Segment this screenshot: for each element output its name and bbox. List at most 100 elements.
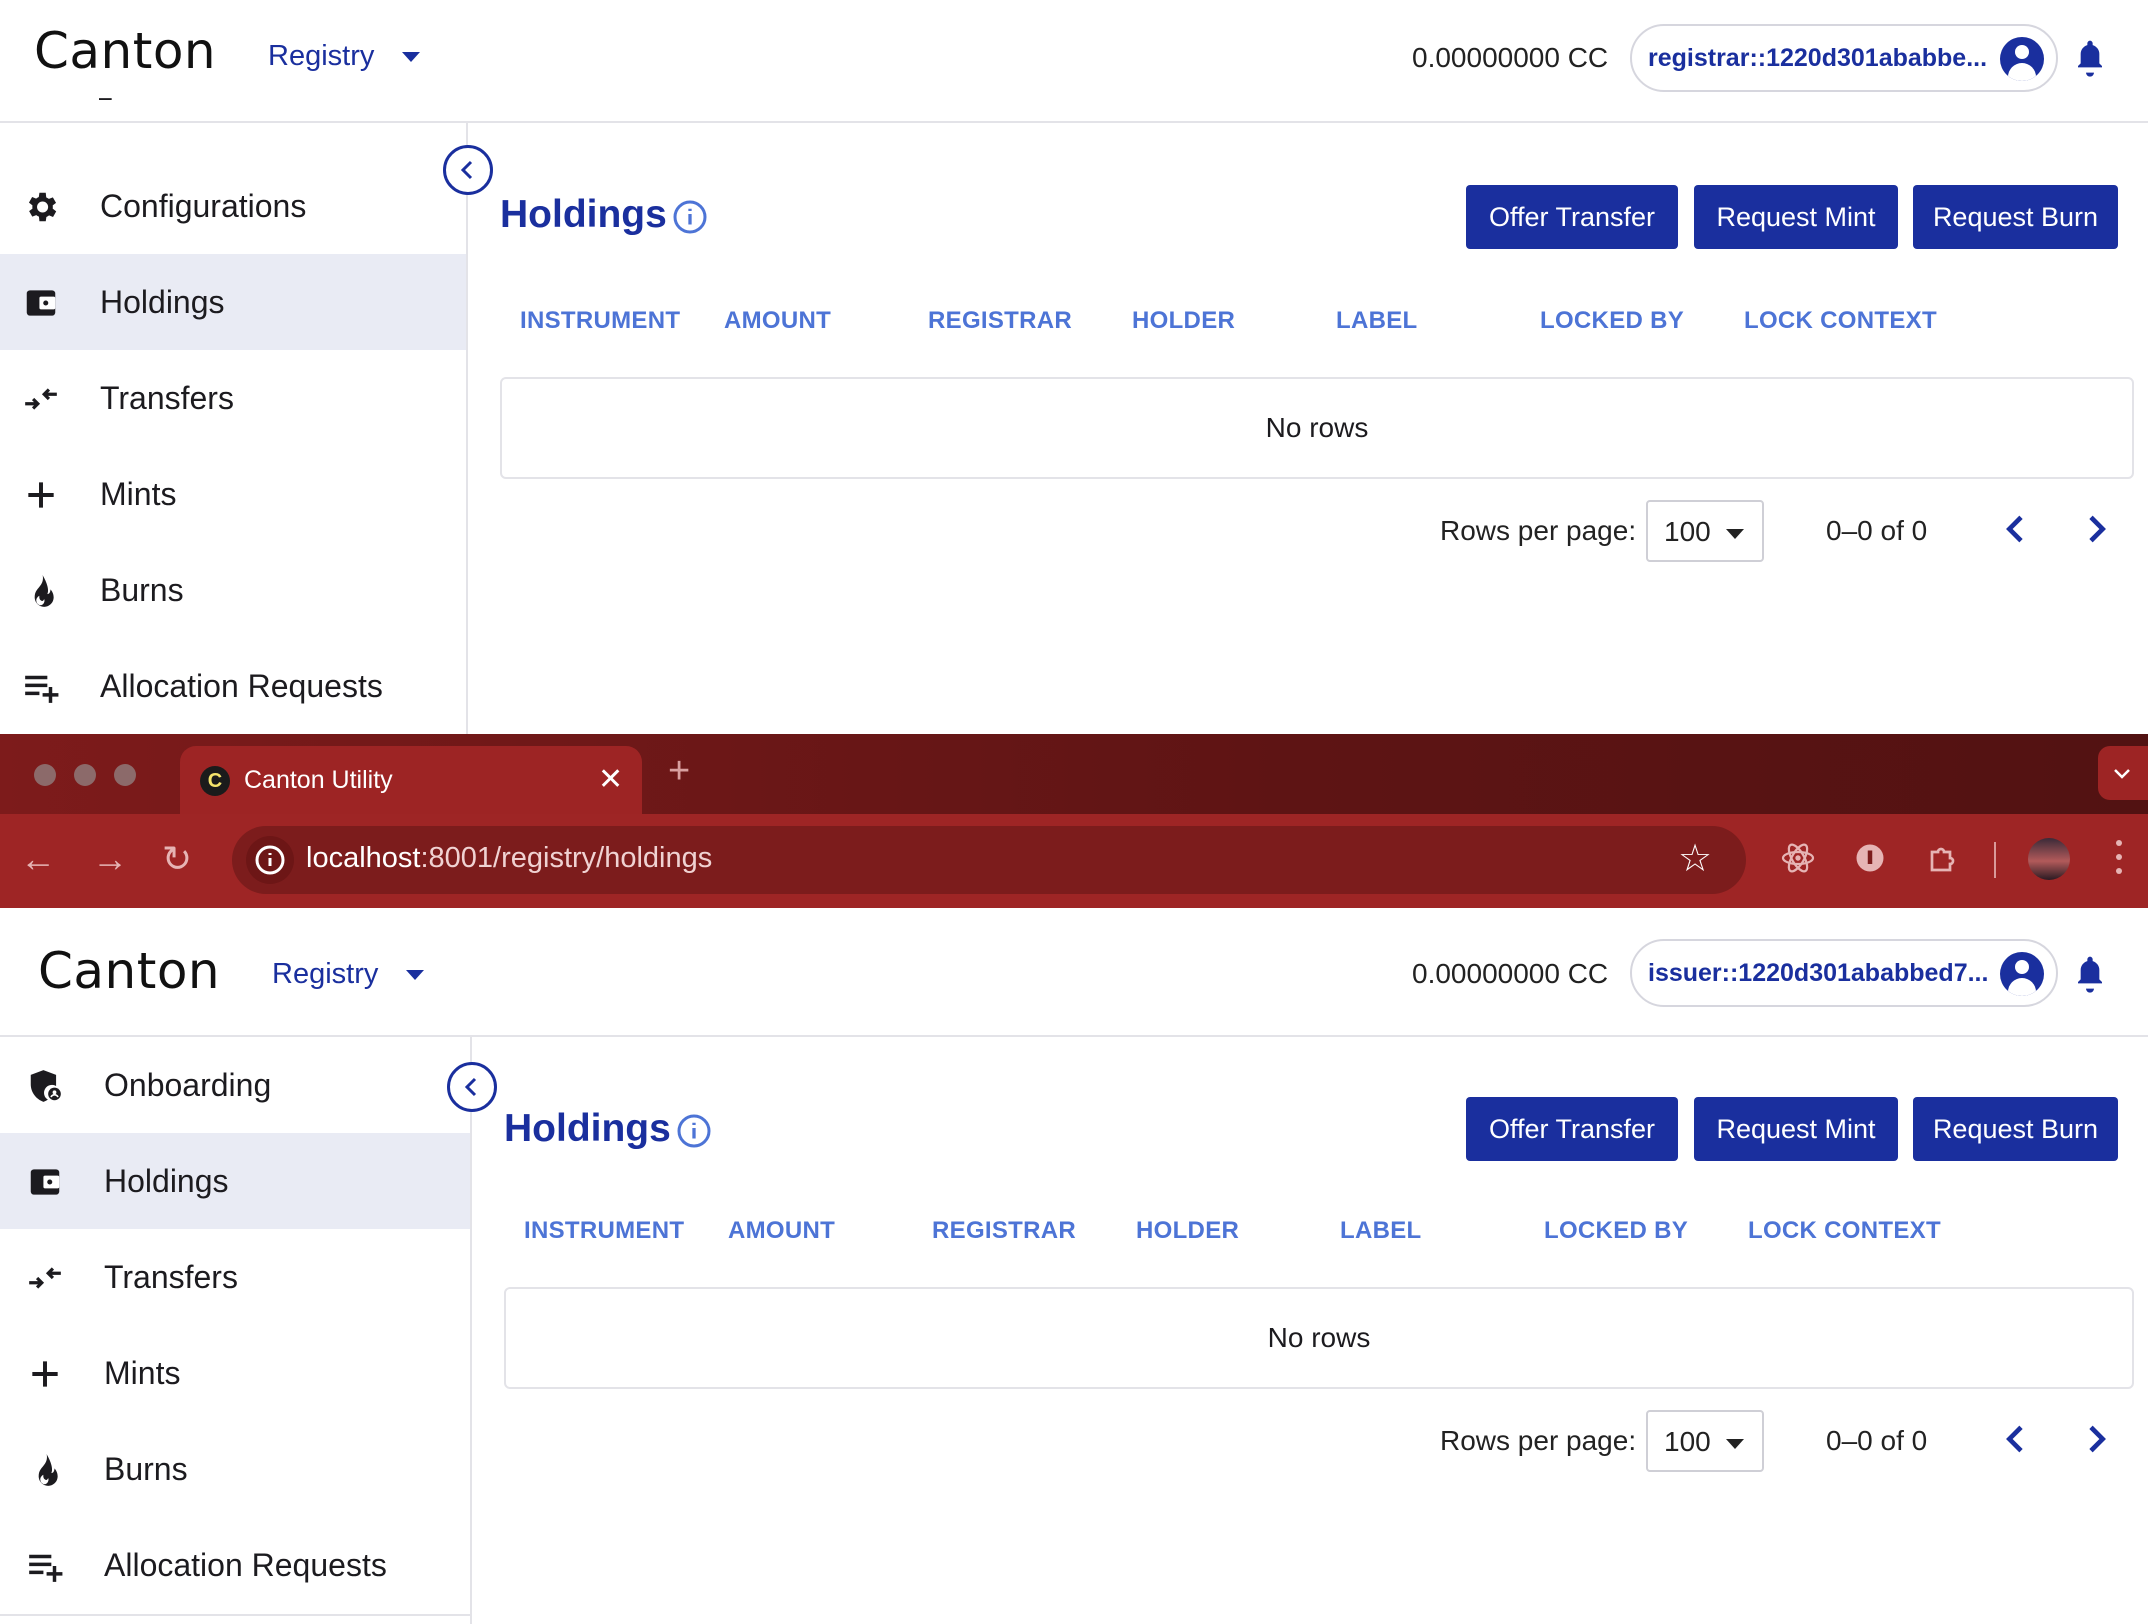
browser-tab[interactable]: C Canton Utility ✕ [180, 746, 642, 814]
forward-icon[interactable]: → [92, 838, 128, 880]
context-label: Registry [268, 40, 375, 72]
sidebar-item-partial: ‾ [100, 95, 111, 131]
column-header-lock-context[interactable]: LOCK CONTEXT [1744, 307, 1937, 335]
extensions-puzzle-icon[interactable] [1926, 840, 1962, 876]
sidebar-item-label: Burns [100, 571, 184, 608]
column-header-amount[interactable]: AMOUNT [728, 1217, 835, 1245]
plus-icon [28, 482, 54, 508]
back-icon[interactable]: ← [20, 838, 56, 880]
wallet-icon [30, 1169, 60, 1195]
sidebar-item-burns[interactable]: Burns [0, 542, 466, 638]
column-header-label[interactable]: LABEL [1340, 1217, 1422, 1245]
column-header-label[interactable]: LABEL [1336, 307, 1418, 335]
sidebar-item-holdings[interactable]: Holdings [0, 1133, 470, 1229]
bottom-app-window: Canton Registry 0.00000000 CC issuer::12… [0, 908, 2148, 1624]
window-zoom-dot[interactable] [114, 764, 136, 786]
offer-transfer-button[interactable]: Offer Transfer [1466, 185, 1678, 249]
request-mint-button[interactable]: Request Mint [1694, 185, 1898, 249]
sidebar-item-mints[interactable]: Mints [0, 1325, 470, 1421]
collapse-sidebar-button[interactable] [443, 145, 493, 195]
bell-icon[interactable] [2074, 954, 2106, 994]
browser-chrome: C Canton Utility ✕ + ← → ↻ localhost:800… [0, 734, 2148, 908]
sidebar-item-holdings[interactable]: Holdings [0, 254, 466, 350]
sidebar-item-label: Onboarding [104, 1066, 272, 1103]
window-close-dot[interactable] [34, 764, 56, 786]
rows-per-page-value: 100 [1664, 516, 1711, 547]
account-icon [2000, 952, 2044, 996]
rows-per-page-label: Rows per page: [1440, 515, 1637, 546]
reload-icon[interactable]: ↻ [162, 838, 192, 880]
context-selector[interactable]: Registry [268, 40, 421, 73]
chevron-left-icon [460, 160, 473, 180]
column-header-instrument[interactable]: INSTRUMENT [520, 307, 680, 335]
sidebar-item-onboarding[interactable]: Onboarding [0, 1037, 470, 1133]
profile-avatar[interactable] [2028, 838, 2070, 880]
request-burn-button[interactable]: Request Burn [1913, 1097, 2118, 1161]
column-header-instrument[interactable]: INSTRUMENT [524, 1217, 684, 1245]
site-info-icon[interactable] [246, 836, 294, 884]
next-page-icon[interactable] [2076, 509, 2116, 549]
column-header-holder[interactable]: HOLDER [1132, 307, 1235, 335]
flame-icon [38, 1454, 58, 1486]
sidebar-item-transfers[interactable]: Transfers [0, 1229, 470, 1325]
bell-icon[interactable] [2074, 38, 2106, 78]
previous-page-icon[interactable] [1996, 509, 2036, 549]
main-content: Holdings Offer Transfer Request Mint Req… [500, 123, 2148, 734]
party-chip[interactable]: issuer::1220d301ababbed7... [1630, 939, 2058, 1007]
app-header: Canton Registry 0.00000000 CC issuer::12… [0, 908, 2148, 1037]
sidebar-item-label: Allocation Requests [104, 1546, 387, 1583]
sidebar-item-label: Holdings [100, 283, 225, 320]
balance: 0.00000000 CC [1412, 958, 1609, 989]
sidebar-item-allocation-requests[interactable]: Allocation Requests [0, 638, 466, 734]
sidebar-item-transfers[interactable]: Transfers [0, 350, 466, 446]
canton-logo[interactable]: Canton [34, 22, 216, 80]
chevron-left-icon [464, 1077, 477, 1097]
sidebar-item-burns[interactable]: Burns [0, 1421, 470, 1517]
column-header-amount[interactable]: AMOUNT [724, 307, 831, 335]
browser-toolbar: ← → ↻ localhost:8001/registry/holdings ☆ [0, 814, 2148, 908]
sidebar-item-configurations[interactable]: Configurations [0, 158, 466, 254]
favicon-icon: C [200, 766, 230, 796]
empty-grid-message: No rows [500, 377, 2134, 479]
tab-search-button[interactable] [2098, 746, 2148, 800]
react-devtools-icon[interactable] [1780, 840, 1816, 876]
column-header-locked-by[interactable]: LOCKED BY [1540, 307, 1684, 335]
canton-logo[interactable]: Canton [38, 942, 220, 1000]
column-header-locked-by[interactable]: LOCKED BY [1544, 1217, 1688, 1245]
page-title: Holdings [504, 1107, 671, 1150]
info-icon[interactable] [672, 199, 708, 235]
transfer-arrows-icon [29, 1267, 61, 1289]
more-menu-icon[interactable] [2116, 840, 2124, 880]
address-bar[interactable]: localhost:8001/registry/holdings ☆ [232, 826, 1746, 894]
next-page-icon[interactable] [2076, 1419, 2116, 1459]
column-header-registrar[interactable]: REGISTRAR [928, 307, 1072, 335]
info-icon [255, 845, 285, 875]
transfer-arrows-icon [25, 388, 57, 410]
window-minimize-dot[interactable] [74, 764, 96, 786]
column-header-lock-context[interactable]: LOCK CONTEXT [1748, 1217, 1941, 1245]
request-burn-button[interactable]: Request Burn [1913, 185, 2118, 249]
playlist-add-icon [25, 675, 59, 703]
account-icon [2000, 37, 2044, 81]
info-icon[interactable] [676, 1113, 712, 1149]
context-selector[interactable]: Registry [272, 958, 425, 991]
close-tab-icon[interactable]: ✕ [598, 762, 623, 797]
previous-page-icon[interactable] [1996, 1419, 2036, 1459]
password-manager-icon[interactable] [1852, 840, 1888, 876]
bookmark-star-icon[interactable]: ☆ [1678, 836, 1712, 881]
column-header-holder[interactable]: HOLDER [1136, 1217, 1239, 1245]
sidebar: ‾ Configurations Holdings Transfers Mint… [0, 95, 493, 734]
sidebar-item-mints[interactable]: Mints [0, 446, 466, 542]
party-chip[interactable]: registrar::1220d301ababbe... [1630, 24, 2058, 92]
rows-per-page-select[interactable]: 100 [1646, 500, 1764, 562]
rows-per-page-select[interactable]: 100 [1646, 1410, 1764, 1472]
collapse-sidebar-button[interactable] [447, 1062, 497, 1112]
column-header-registrar[interactable]: REGISTRAR [932, 1217, 1076, 1245]
toolbar-divider [1994, 842, 1996, 878]
new-tab-icon[interactable]: + [668, 750, 690, 793]
offer-transfer-button[interactable]: Offer Transfer [1466, 1097, 1678, 1161]
request-mint-button[interactable]: Request Mint [1694, 1097, 1898, 1161]
tab-strip: C Canton Utility ✕ + [0, 734, 2148, 814]
flame-icon [34, 575, 54, 607]
sidebar-item-allocation-requests[interactable]: Allocation Requests [0, 1517, 470, 1613]
